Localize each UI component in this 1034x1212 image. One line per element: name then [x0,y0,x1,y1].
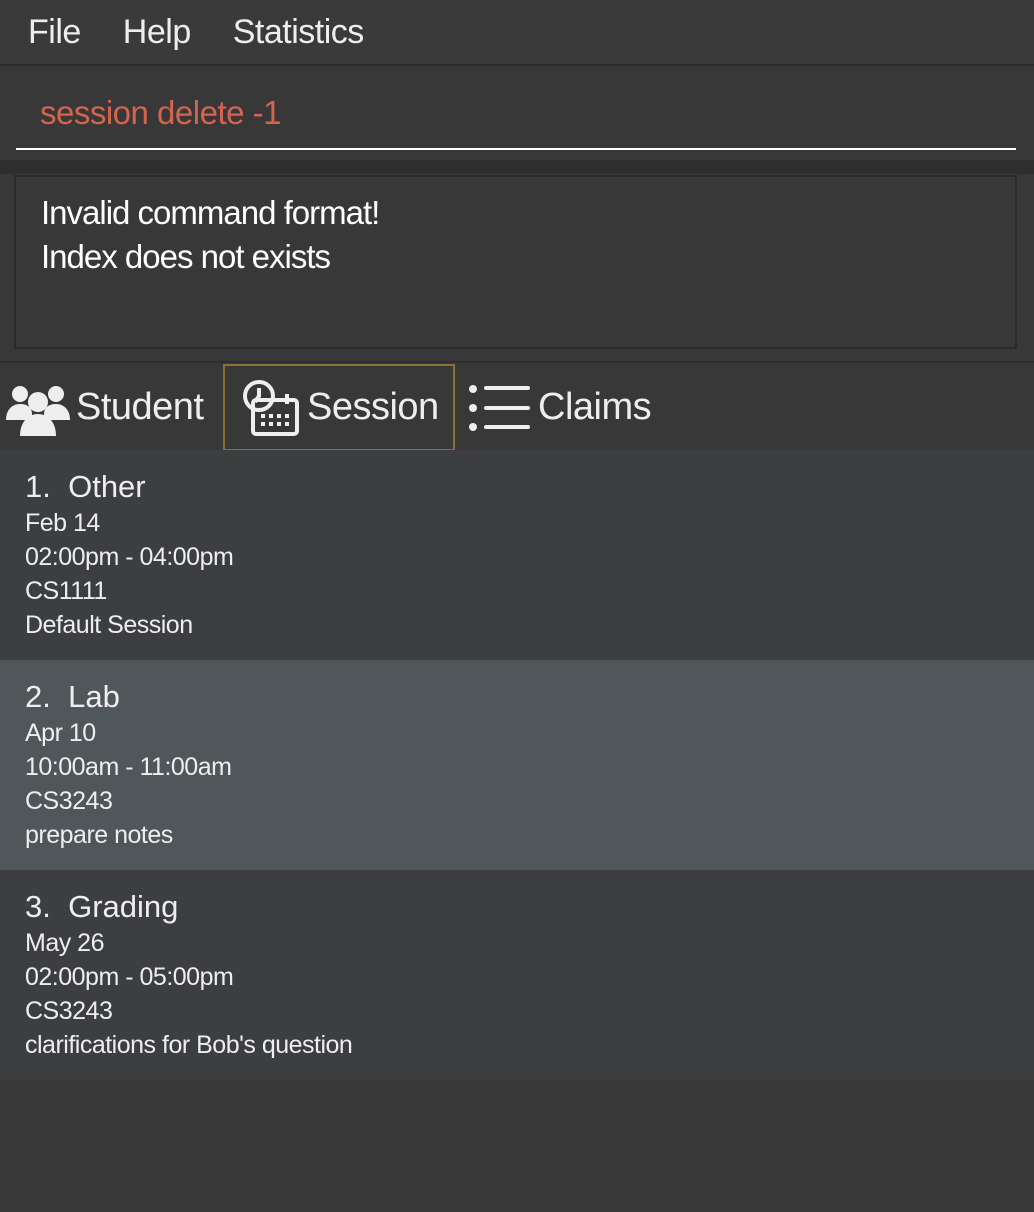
command-underline [16,148,1016,150]
menu-bar: File Help Statistics [0,0,1034,66]
command-input[interactable]: session delete -1 [40,94,281,132]
session-time: 02:00pm - 04:00pm [25,543,234,571]
result-line: Index does not exists [41,238,331,275]
menu-file[interactable]: File [28,13,81,52]
tab-claims[interactable]: Claims [468,364,652,451]
result-line: Invalid command format! [41,194,380,231]
session-time: 10:00am - 11:00am [25,753,232,781]
session-module: CS3243 [25,787,113,815]
session-title: 2. Lab [25,679,120,714]
session-remark: prepare notes [25,821,173,849]
session-card[interactable]: 2. Lab Apr 10 10:00am - 11:00am CS3243 p… [0,660,1034,870]
session-card[interactable]: 3. Grading May 26 02:00pm - 05:00pm CS32… [0,870,1034,1080]
tab-bar: Student Session Claims [0,361,1034,451]
command-box[interactable]: session delete -1 [0,68,1034,160]
menu-statistics[interactable]: Statistics [233,13,365,52]
tab-session[interactable]: Session [223,364,455,451]
session-date: Apr 10 [25,719,96,747]
menu-help[interactable]: Help [123,13,191,52]
session-title: 1. Other [25,469,146,504]
tab-label: Claims [538,386,652,428]
list-icon [469,384,530,431]
session-title: 3. Grading [25,889,179,924]
session-module: CS3243 [25,997,113,1025]
users-icon [6,385,70,436]
result-display: Invalid command format! Index does not e… [14,175,1017,349]
session-list: 1. Other Feb 14 02:00pm - 04:00pm CS1111… [0,450,1034,1080]
session-remark: clarifications for Bob's question [25,1031,353,1059]
session-card[interactable]: 1. Other Feb 14 02:00pm - 04:00pm CS1111… [0,450,1034,660]
session-remark: Default Session [25,611,193,639]
divider [0,160,1034,174]
session-time: 02:00pm - 05:00pm [25,963,234,991]
calendar-clock-icon [243,379,299,436]
session-date: Feb 14 [25,509,100,537]
session-date: May 26 [25,929,104,957]
tab-student[interactable]: Student [6,364,204,451]
session-module: CS1111 [25,577,107,605]
tab-label: Student [76,386,204,428]
tab-label: Session [307,386,439,428]
